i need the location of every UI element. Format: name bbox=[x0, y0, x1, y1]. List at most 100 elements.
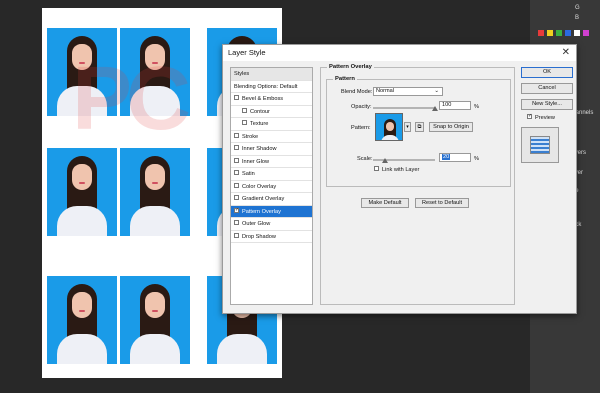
scale-slider-thumb[interactable] bbox=[382, 158, 389, 163]
close-icon[interactable]: ✕ bbox=[562, 47, 570, 58]
photo-shirt bbox=[130, 334, 180, 364]
style-preview-thumbnail bbox=[521, 127, 559, 163]
new-preset-icon[interactable]: ⧉ bbox=[415, 122, 424, 132]
chevron-down-icon: ⌄ bbox=[434, 88, 439, 94]
style-item-label: Drop Shadow bbox=[242, 233, 276, 240]
color-swatch[interactable] bbox=[547, 30, 553, 36]
layer-style-dialog: Layer Style ✕ Styles Blending Options: D… bbox=[222, 44, 577, 314]
color-swatch[interactable] bbox=[574, 30, 580, 36]
style-item-gradient-overlay[interactable]: Gradient Overlay bbox=[231, 193, 312, 206]
style-item-label: Outer Glow bbox=[242, 221, 271, 227]
pattern-overlay-group: Pattern Overlay Pattern Blend Mode: Norm… bbox=[320, 64, 515, 305]
style-item-drop-shadow[interactable]: Drop Shadow bbox=[231, 231, 312, 243]
pattern-thumbnail-face bbox=[386, 122, 394, 131]
styles-header[interactable]: Styles bbox=[231, 68, 312, 81]
photo-lips bbox=[79, 182, 85, 184]
reset-to-default-button[interactable]: Reset to Default bbox=[415, 198, 469, 208]
styles-list: Styles Blending Options: Default Bevel &… bbox=[230, 67, 313, 305]
pattern-label: Pattern: bbox=[351, 125, 371, 131]
scale-input-value: 20 bbox=[442, 154, 451, 160]
scale-unit: % bbox=[474, 156, 479, 162]
link-with-layer-checkbox[interactable]: Link with Layer bbox=[374, 166, 420, 174]
style-checkbox[interactable] bbox=[234, 232, 239, 238]
opacity-input[interactable]: 100 bbox=[439, 101, 471, 110]
pattern-thumbnail-shirt bbox=[381, 135, 399, 140]
photo-shirt bbox=[57, 334, 107, 364]
style-item-label: Gradient Overlay bbox=[242, 196, 285, 202]
photo-shirt bbox=[130, 206, 180, 236]
style-checkbox[interactable] bbox=[234, 182, 239, 188]
style-checkbox[interactable] bbox=[242, 107, 247, 113]
style-checkbox[interactable] bbox=[234, 157, 239, 163]
style-item-texture[interactable]: Texture bbox=[231, 118, 312, 131]
style-item-satin[interactable]: Satin bbox=[231, 168, 312, 181]
style-item-label: Color Overlay bbox=[242, 183, 277, 190]
style-item-label: Contour bbox=[250, 108, 270, 115]
photo-face bbox=[72, 164, 92, 190]
dialog-title: Layer Style bbox=[228, 48, 266, 57]
opacity-label: Opacity: bbox=[351, 104, 372, 110]
style-item-label: Texture bbox=[250, 121, 269, 127]
blend-mode-label: Blend Mode: bbox=[341, 89, 373, 95]
preview-checkbox-box[interactable]: ✓ bbox=[527, 114, 532, 119]
photo-shirt bbox=[217, 334, 267, 364]
style-item-label: Pattern Overlay bbox=[242, 208, 281, 215]
color-swatch[interactable] bbox=[565, 30, 571, 36]
style-checkbox[interactable] bbox=[234, 132, 239, 138]
watermark-logo: PC bbox=[72, 49, 191, 149]
pattern-subgroup: Pattern Blend Mode: Normal ⌄ Opacity: 10… bbox=[326, 76, 511, 187]
panel-item[interactable]: B bbox=[575, 15, 600, 27]
style-item-contour[interactable]: Contour bbox=[231, 106, 312, 118]
style-checkbox[interactable] bbox=[234, 195, 239, 201]
photo-face bbox=[72, 292, 92, 318]
snap-to-origin-button[interactable]: Snap to Origin bbox=[429, 122, 473, 132]
color-swatch[interactable] bbox=[538, 30, 544, 36]
preview-checkbox[interactable]: ✓ Preview bbox=[527, 114, 555, 122]
preview-label: Preview bbox=[535, 115, 555, 122]
pattern-swatch[interactable] bbox=[375, 113, 403, 141]
style-item-label: Inner Glow bbox=[242, 158, 270, 165]
style-item-label: Stroke bbox=[242, 133, 259, 140]
blend-mode-select[interactable]: Normal ⌄ bbox=[373, 87, 443, 96]
style-checkbox[interactable] bbox=[234, 95, 239, 101]
style-checkbox[interactable] bbox=[242, 120, 247, 126]
style-item-color-overlay[interactable]: Color Overlay bbox=[231, 181, 312, 193]
style-checkbox[interactable] bbox=[234, 145, 239, 151]
style-item-inner-shadow[interactable]: Inner Shadow bbox=[231, 143, 312, 156]
link-with-layer-label: Link with Layer bbox=[382, 167, 420, 174]
opacity-slider[interactable] bbox=[373, 107, 435, 109]
scale-input[interactable]: 20 bbox=[439, 153, 471, 162]
style-item-outer-glow[interactable]: Outer Glow bbox=[231, 218, 312, 231]
id-photo bbox=[120, 148, 190, 236]
new-style-button[interactable]: New Style... bbox=[521, 99, 573, 110]
ok-button[interactable]: OK bbox=[521, 67, 573, 78]
make-default-button[interactable]: Make Default bbox=[361, 198, 409, 208]
color-swatch[interactable] bbox=[583, 30, 589, 36]
blending-options-item[interactable]: Blending Options: Default bbox=[231, 81, 312, 93]
style-item-inner-glow[interactable]: Inner Glow bbox=[231, 156, 312, 168]
pattern-subgroup-title: Pattern bbox=[333, 76, 357, 82]
photo-lips bbox=[152, 310, 158, 312]
style-item-pattern-overlay[interactable]: ✓ Pattern Overlay bbox=[231, 205, 312, 218]
color-swatch[interactable] bbox=[556, 30, 562, 36]
style-item-stroke[interactable]: Stroke bbox=[231, 131, 312, 143]
link-checkbox-box[interactable] bbox=[374, 166, 379, 171]
opacity-slider-thumb[interactable] bbox=[432, 106, 438, 111]
blend-mode-value: Normal bbox=[376, 88, 395, 94]
photo-face bbox=[145, 292, 165, 318]
style-checkbox[interactable] bbox=[234, 220, 239, 226]
preview-pattern bbox=[530, 136, 550, 154]
style-checkbox[interactable] bbox=[234, 170, 239, 176]
id-photo bbox=[120, 276, 190, 364]
pattern-dropdown-arrow-icon[interactable]: ▾ bbox=[404, 122, 411, 132]
id-photo bbox=[47, 276, 117, 364]
style-item-bevel-emboss[interactable]: Bevel & Emboss bbox=[231, 93, 312, 106]
photo-lips bbox=[79, 310, 85, 312]
style-item-label: Satin bbox=[242, 171, 255, 177]
scale-label: Scale: bbox=[357, 156, 373, 162]
cancel-button[interactable]: Cancel bbox=[521, 83, 573, 94]
photo-lips bbox=[152, 182, 158, 184]
photo-face bbox=[145, 164, 165, 190]
id-photo bbox=[47, 148, 117, 236]
style-checkbox[interactable]: ✓ bbox=[234, 207, 239, 213]
